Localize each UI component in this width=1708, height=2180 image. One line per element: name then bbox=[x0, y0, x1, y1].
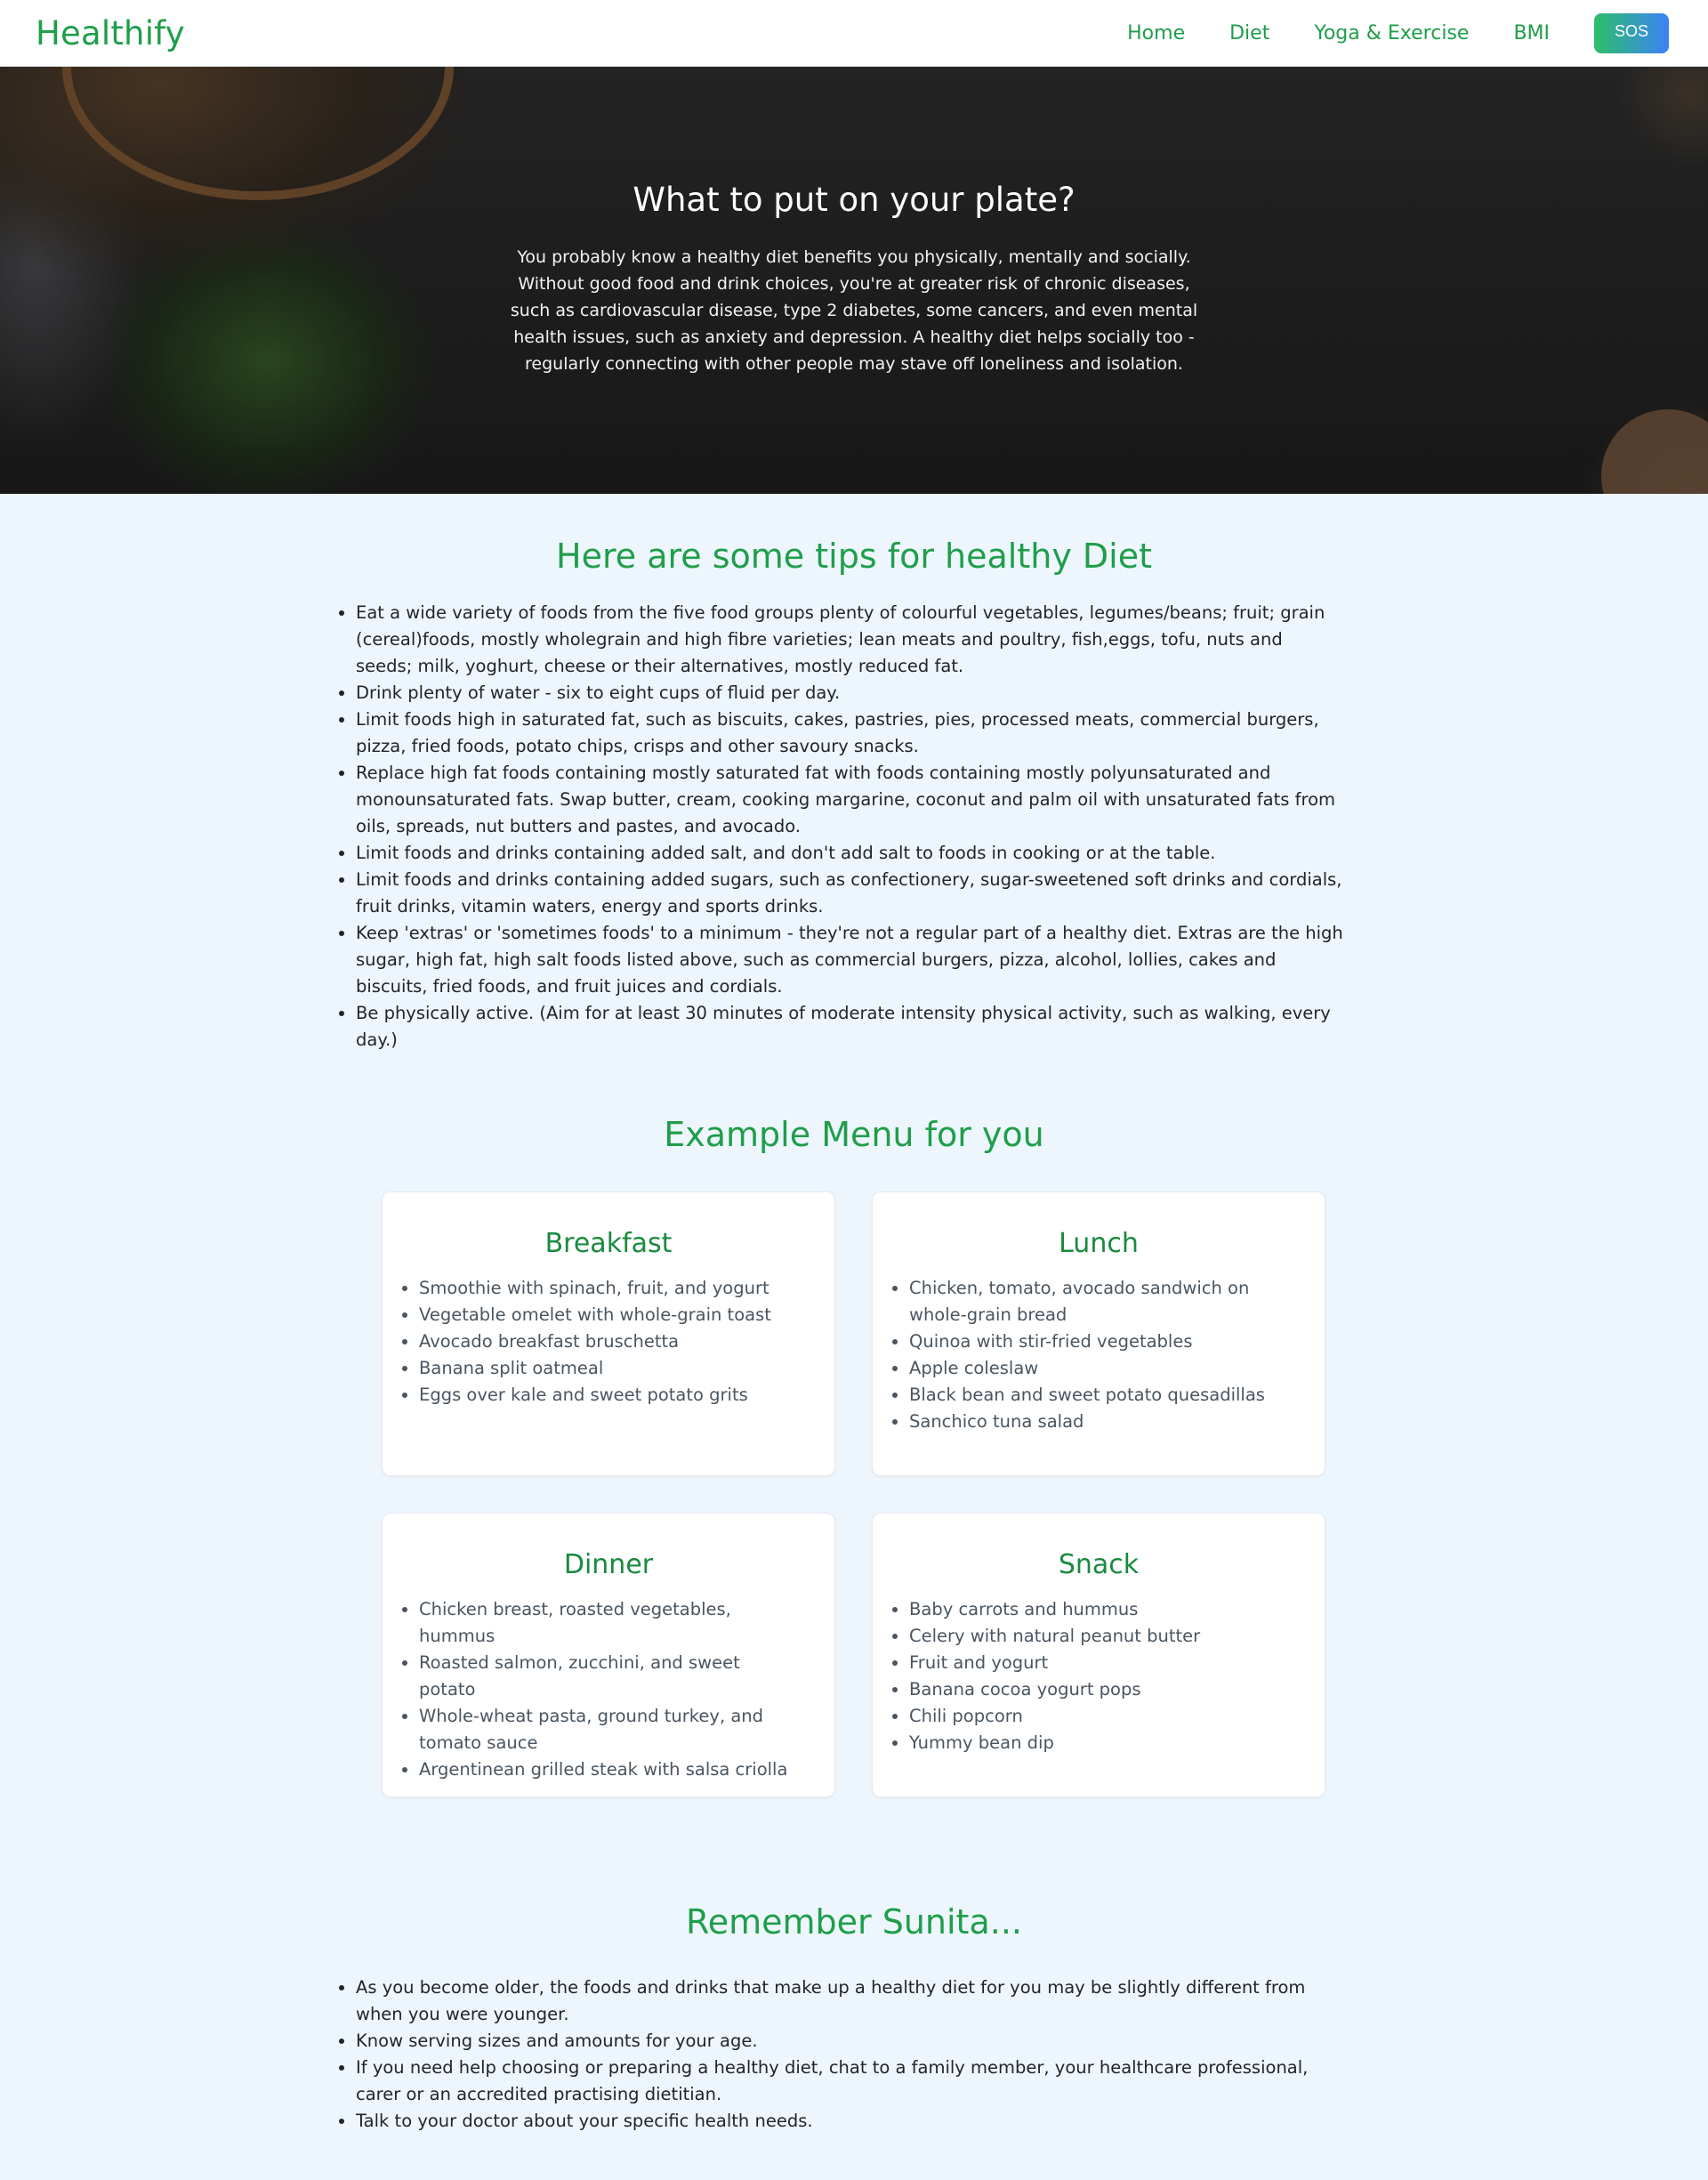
menu-item: Whole-wheat pasta, ground turkey, and to… bbox=[419, 1703, 799, 1756]
nav-link-bmi[interactable]: BMI bbox=[1513, 22, 1550, 44]
tip-item: Keep 'extras' or 'sometimes foods' to a … bbox=[356, 920, 1343, 1000]
tips-list: Eat a wide variety of foods from the fiv… bbox=[338, 600, 1343, 1054]
menu-item: Sanchico tuna salad bbox=[909, 1409, 1289, 1435]
hero-title: What to put on your plate? bbox=[632, 181, 1076, 219]
nav-links: Home Diet Yoga & Exercise BMI SOS bbox=[1127, 12, 1669, 53]
menu-item: Quinoa with stir-fried vegetables bbox=[909, 1328, 1289, 1355]
remember-item: If you need help choosing or preparing a… bbox=[356, 2055, 1343, 2108]
menu-item: Celery with natural peanut butter bbox=[909, 1623, 1289, 1650]
menu-card-dinner: Dinner Chicken breast, roasted vegetable… bbox=[382, 1513, 835, 1797]
menu-item: Fruit and yogurt bbox=[909, 1650, 1289, 1676]
brand-logo[interactable]: Healthify bbox=[36, 14, 185, 52]
nav-link-home[interactable]: Home bbox=[1127, 22, 1185, 44]
card-list: Smoothie with spinach, fruit, and yogurt… bbox=[383, 1275, 834, 1409]
menu-item: Avocado breakfast bruschetta bbox=[419, 1328, 799, 1355]
tip-item: Limit foods and drinks containing added … bbox=[356, 867, 1343, 920]
menu-item: Apple coleslaw bbox=[909, 1355, 1289, 1382]
menu-item: Banana split oatmeal bbox=[419, 1355, 799, 1382]
hero-text: You probably know a healthy diet benefit… bbox=[510, 247, 1198, 374]
card-title: Breakfast bbox=[544, 1228, 673, 1259]
remember-title: Remember Sunita... bbox=[686, 1902, 1022, 1942]
menu-card-snack: Snack Baby carrots and hummus Celery wit… bbox=[872, 1513, 1325, 1797]
card-list: Baby carrots and hummus Celery with natu… bbox=[873, 1596, 1325, 1756]
sos-button[interactable]: SOS bbox=[1594, 12, 1669, 53]
tip-item: Drink plenty of water - six to eight cup… bbox=[356, 680, 1343, 706]
nav-link-diet[interactable]: Diet bbox=[1229, 22, 1269, 44]
menu-title: Example Menu for you bbox=[664, 1115, 1044, 1154]
remember-item: As you become older, the foods and drink… bbox=[356, 1974, 1343, 2028]
menu-item: Smoothie with spinach, fruit, and yogurt bbox=[419, 1275, 799, 1302]
menu-item: Roasted salmon, zucchini, and sweet pota… bbox=[419, 1650, 799, 1703]
tip-item: Be physically active. (Aim for at least … bbox=[356, 1000, 1343, 1054]
menu-item: Black bean and sweet potato quesadillas bbox=[909, 1382, 1289, 1409]
menu-card-breakfast: Breakfast Smoothie with spinach, fruit, … bbox=[382, 1191, 835, 1476]
tips-title: Here are some tips for healthy Diet bbox=[556, 537, 1152, 576]
menu-item: Vegetable omelet with whole-grain toast bbox=[419, 1302, 799, 1328]
menu-item: Yummy bean dip bbox=[909, 1730, 1289, 1756]
tip-item: Eat a wide variety of foods from the fiv… bbox=[356, 600, 1343, 680]
menu-item: Eggs over kale and sweet potato grits bbox=[419, 1382, 799, 1409]
tip-item: Limit foods and drinks containing added … bbox=[356, 840, 1343, 867]
tip-item: Replace high fat foods containing mostly… bbox=[356, 760, 1343, 840]
menu-item: Chicken, tomato, avocado sandwich on who… bbox=[909, 1275, 1289, 1328]
card-title: Lunch bbox=[1059, 1228, 1139, 1259]
hero-banner: What to put on your plate? You probably … bbox=[0, 67, 1708, 494]
remember-item: Talk to your doctor about your specific … bbox=[356, 2108, 1343, 2135]
menu-item: Banana cocoa yogurt pops bbox=[909, 1676, 1289, 1703]
card-title: Dinner bbox=[563, 1549, 654, 1580]
nav-link-yoga-exercise[interactable]: Yoga & Exercise bbox=[1314, 22, 1469, 44]
card-list: Chicken, tomato, avocado sandwich on who… bbox=[873, 1275, 1325, 1435]
card-list: Chicken breast, roasted vegetables, humm… bbox=[383, 1596, 834, 1783]
remember-item: Know serving sizes and amounts for your … bbox=[356, 2028, 1343, 2055]
hero-content: What to put on your plate? You probably … bbox=[0, 67, 1708, 494]
menu-item: Argentinean grilled steak with salsa cri… bbox=[419, 1756, 799, 1783]
remember-list: As you become older, the foods and drink… bbox=[338, 1974, 1343, 2135]
menu-card-lunch: Lunch Chicken, tomato, avocado sandwich … bbox=[872, 1191, 1325, 1476]
navbar: Healthify Home Diet Yoga & Exercise BMI … bbox=[0, 0, 1708, 67]
tip-item: Limit foods high in saturated fat, such … bbox=[356, 706, 1343, 760]
menu-item: Chicken breast, roasted vegetables, humm… bbox=[419, 1596, 799, 1650]
card-title: Snack bbox=[1058, 1549, 1140, 1580]
menu-item: Chili popcorn bbox=[909, 1703, 1289, 1730]
menu-item: Baby carrots and hummus bbox=[909, 1596, 1289, 1623]
